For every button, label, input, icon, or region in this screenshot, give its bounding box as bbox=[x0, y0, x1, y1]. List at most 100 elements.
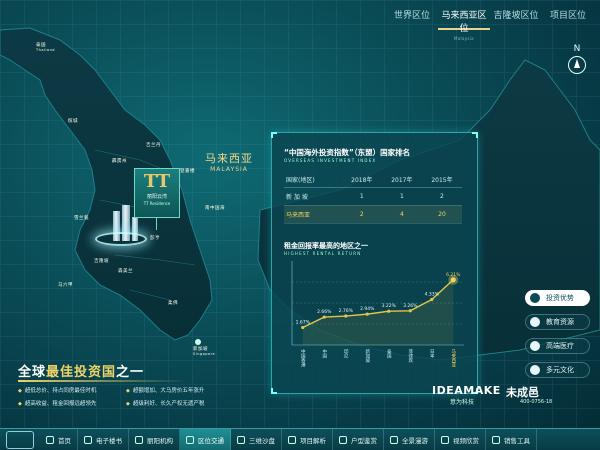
label-south-china-sea: 南中国海 bbox=[205, 206, 225, 211]
tab-malaysia[interactable]: 马来西亚区位 Malaysia bbox=[438, 6, 490, 41]
investment-panel: “中国海外投资指数”（东盟）国家排名 OVERSEAS INVESTMENT I… bbox=[271, 132, 478, 394]
bullet-item: 超高收益、租金回报远超领先 bbox=[18, 399, 97, 407]
brand-cn: 意为科技 bbox=[450, 399, 475, 406]
label-perak: 霹雳州 bbox=[112, 159, 127, 164]
compass: N bbox=[566, 44, 588, 80]
tools-icon bbox=[492, 435, 500, 444]
country-label: 马来西亚 MALAYSIA bbox=[205, 150, 253, 173]
nav-video[interactable]: 视频欣赏 bbox=[435, 428, 486, 450]
brand2-logo: 未成邑 bbox=[506, 386, 539, 399]
side-btn-education[interactable]: 教育资源 bbox=[525, 314, 590, 330]
project-stem bbox=[156, 218, 157, 230]
nav-location[interactable]: 区位交通 bbox=[180, 428, 231, 450]
label-terengganu: 登嘉楼 bbox=[180, 169, 195, 174]
headline: 全球最佳投资国之一 bbox=[18, 365, 145, 380]
peninsula-land bbox=[0, 27, 213, 341]
project-sub: TT Residence bbox=[143, 201, 171, 206]
chart-category-label: 泰国 bbox=[386, 348, 391, 360]
rental-return-chart: 1.67% 中国香港 2.66% 中国 2.76% 印尼 2.94% 新加坡 3.22% 泰国 3.… bbox=[291, 261, 464, 369]
label-kelantan: 吉兰丹 bbox=[146, 143, 161, 148]
floorplan-icon bbox=[339, 435, 347, 444]
tab-project[interactable]: 项目区位 bbox=[542, 6, 594, 30]
label-kuala-lumpur: 吉隆坡 bbox=[94, 259, 109, 264]
chart-data-label: 2.66% bbox=[317, 309, 332, 315]
chart-point bbox=[408, 309, 412, 313]
bullet-item: 超额增加、大马房价五年涨升 bbox=[126, 386, 205, 394]
label-melaka: 马六甲 bbox=[58, 283, 73, 288]
project-name: 丽阳云湾 bbox=[146, 194, 167, 200]
project-card[interactable]: TT 丽阳云湾 TT Residence bbox=[134, 168, 180, 218]
country-name-cn: 马来西亚 bbox=[205, 152, 253, 165]
label-selangor: 雪兰莪 bbox=[74, 216, 89, 221]
chart-category-label: 印尼 bbox=[343, 348, 348, 360]
brand2-phone: 400-0756-18 bbox=[520, 399, 553, 405]
sandtable-icon bbox=[237, 435, 245, 444]
nav-company[interactable]: 丽阳机构 bbox=[129, 428, 180, 450]
medical-icon bbox=[530, 341, 540, 351]
chart-point bbox=[344, 314, 348, 318]
project-logo: TT bbox=[143, 171, 171, 192]
country-name-en: MALAYSIA bbox=[210, 166, 248, 173]
chart-category-label: 马来西亚 bbox=[451, 348, 456, 368]
label-johor: 柔佛 bbox=[168, 301, 178, 306]
chart-data-label: 1.67% bbox=[296, 319, 311, 325]
headline-underline bbox=[18, 380, 188, 382]
chart-data-label: 2.76% bbox=[339, 308, 354, 314]
tab-world[interactable]: 世界区位 bbox=[386, 6, 438, 30]
label-thailand: 泰国 Thailand bbox=[36, 43, 56, 52]
label-pahang: 彭亨 bbox=[150, 236, 160, 241]
chart-category-label: 新加坡 bbox=[365, 348, 370, 364]
brand-logo: IDEAMAKE bbox=[432, 384, 501, 397]
tab-kuala-lumpur[interactable]: 吉隆坡区位 bbox=[490, 6, 542, 30]
culture-icon bbox=[530, 365, 540, 375]
chart-category-label: 中国 bbox=[322, 348, 327, 360]
side-menu: 投资优势 教育资源 高端医疗 多元文化 bbox=[525, 290, 590, 386]
map-stage: 泰国 Thailand 槟城 吉兰丹 登嘉楼 霹雳州 彭亨 雪兰莪 吉隆坡 森美兰… bbox=[0, 0, 600, 450]
chart-data-label: 4.33% bbox=[425, 292, 440, 298]
chart-point bbox=[450, 277, 456, 283]
panorama-icon bbox=[390, 435, 398, 444]
chart-point bbox=[387, 309, 391, 313]
chart-data-label: 6.21% bbox=[446, 272, 461, 278]
chart-point bbox=[301, 325, 305, 330]
analysis-icon bbox=[288, 435, 296, 444]
investment-icon bbox=[530, 293, 540, 303]
bullet-item: 超级利好、长久产权无遗产税 bbox=[126, 399, 205, 407]
chart-data-label: 2.94% bbox=[360, 306, 375, 312]
location-icon bbox=[186, 435, 194, 444]
top-tabs: 世界区位 马来西亚区位 Malaysia 吉隆坡区位 项目区位 bbox=[386, 6, 594, 41]
nav-ebook[interactable]: 电子楼书 bbox=[78, 428, 129, 450]
project-glow-ring bbox=[95, 232, 147, 246]
side-btn-medical[interactable]: 高端医疗 bbox=[525, 338, 590, 354]
chart-data-label: 3.22% bbox=[382, 303, 397, 309]
side-btn-culture[interactable]: 多元文化 bbox=[525, 362, 590, 378]
side-btn-investment[interactable]: 投资优势 bbox=[525, 290, 590, 306]
nav-floorplan[interactable]: 户型鉴赏 bbox=[333, 428, 384, 450]
label-penang: 槟城 bbox=[68, 119, 78, 124]
back-home-icon[interactable] bbox=[6, 430, 34, 449]
chart-category-label: 日本 bbox=[429, 349, 434, 360]
bottom-nav: 首页 电子楼书 丽阳机构 区位交通 三维沙盘 项目解析 户型鉴赏 全景漫游 视频… bbox=[0, 428, 600, 450]
chart-data-label: 3.26% bbox=[403, 303, 418, 309]
label-singapore: 新加坡 Singapore bbox=[193, 347, 216, 356]
chart-category-label: 菲律宾 bbox=[408, 348, 413, 364]
home-icon bbox=[46, 435, 54, 444]
company-icon bbox=[135, 435, 143, 444]
label-negeri: 森美兰 bbox=[118, 269, 133, 274]
education-icon bbox=[530, 317, 540, 327]
chart-point bbox=[365, 312, 369, 316]
compass-arrow-icon bbox=[568, 56, 586, 74]
nav-analysis[interactable]: 项目解析 bbox=[282, 428, 333, 450]
nav-home[interactable]: 首页 bbox=[40, 428, 78, 450]
chart-category-label: 中国香港 bbox=[300, 348, 305, 369]
compass-letter: N bbox=[573, 44, 581, 54]
video-icon bbox=[441, 435, 449, 444]
singapore-marker bbox=[195, 339, 201, 345]
chart-point bbox=[322, 315, 326, 319]
chart-point bbox=[430, 297, 434, 302]
nav-sandtable[interactable]: 三维沙盘 bbox=[231, 428, 282, 450]
ebook-icon bbox=[84, 435, 92, 444]
nav-sales-tools[interactable]: 销售工具 bbox=[486, 428, 537, 450]
bullet-item: 超低总价、持占同房最佳时机 bbox=[18, 386, 97, 394]
nav-panorama[interactable]: 全景漫游 bbox=[384, 428, 435, 450]
